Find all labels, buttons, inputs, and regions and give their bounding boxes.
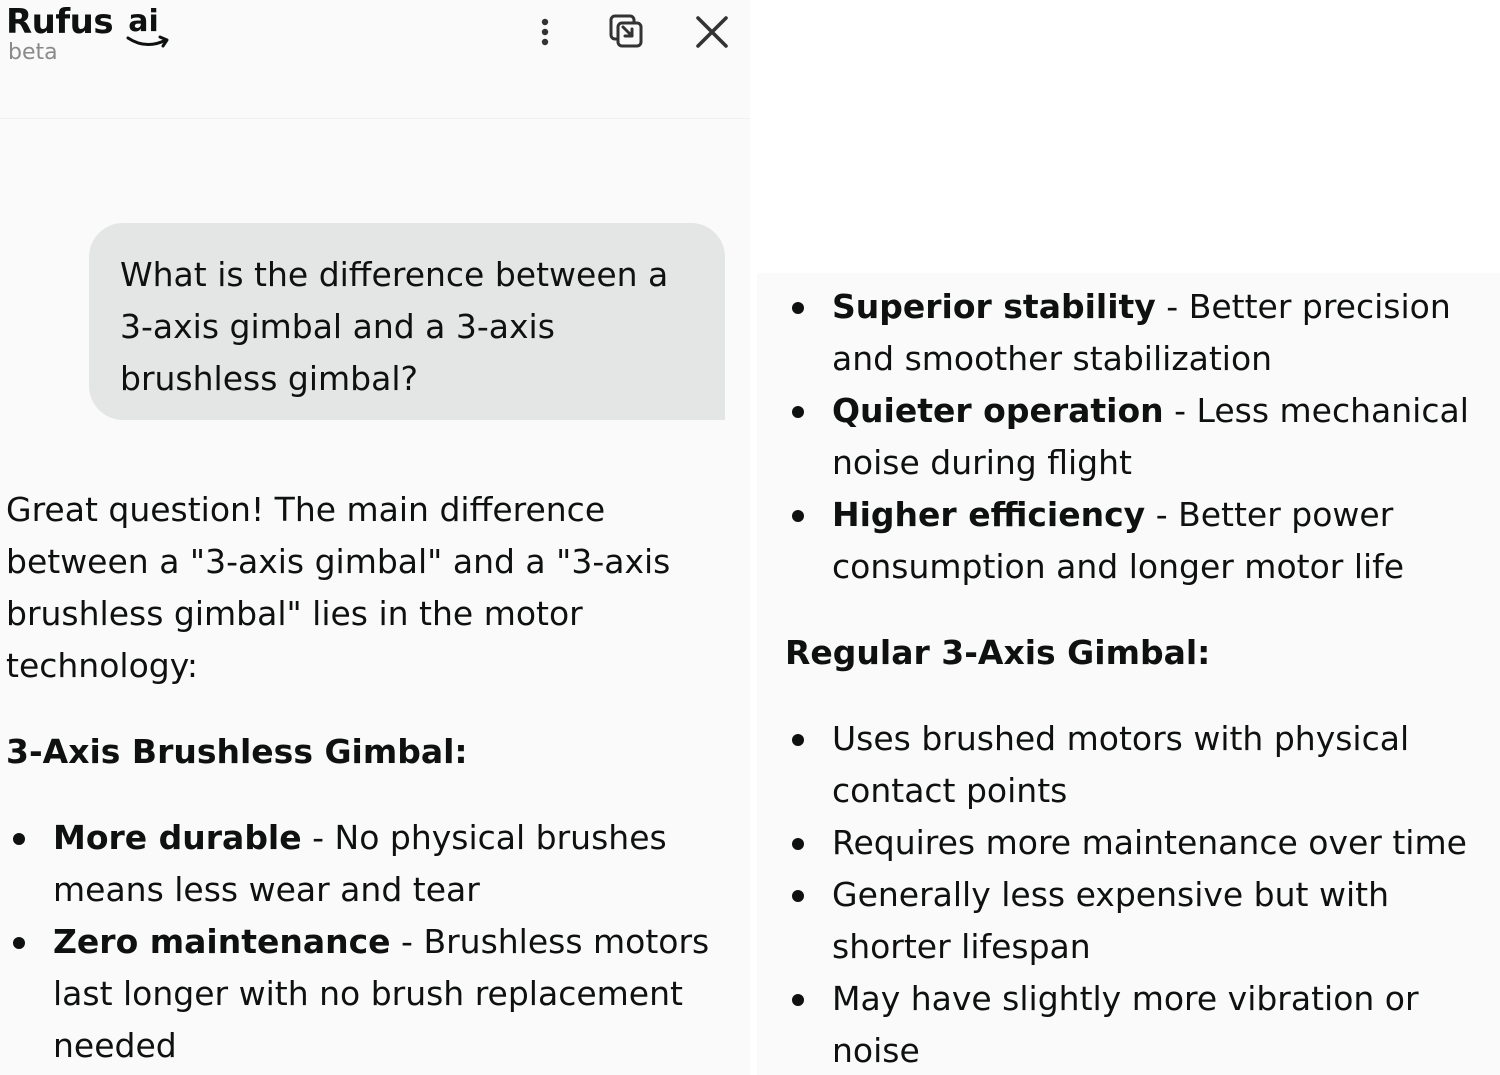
rufus-logo: Rufus ai beta xyxy=(6,0,169,65)
close-icon xyxy=(696,16,728,48)
regular-list: Uses brushed motors with physical contac… xyxy=(785,713,1497,1075)
popout-button[interactable] xyxy=(604,10,648,54)
close-button[interactable] xyxy=(690,10,734,54)
assistant-response: Great question! The main difference betw… xyxy=(6,484,726,1072)
bullet-title: Higher efficiency xyxy=(832,495,1146,534)
list-item: Quieter operation - Less mechanical nois… xyxy=(785,385,1497,489)
popout-icon xyxy=(609,14,643,48)
list-item: Higher efficiency - Better power consump… xyxy=(785,489,1497,593)
assistant-response-continued: Superior stability - Better precision an… xyxy=(785,281,1497,1075)
list-item: Uses brushed motors with physical contac… xyxy=(785,713,1497,817)
bullet-title: Superior stability xyxy=(832,287,1156,326)
list-item: Generally less expensive but with shorte… xyxy=(785,869,1497,973)
list-item: May have slightly more vibration or nois… xyxy=(785,973,1497,1075)
list-item: More durable - No physical brushes means… xyxy=(6,812,726,916)
more-options-icon xyxy=(541,18,549,46)
smile-arrow-icon xyxy=(126,35,169,48)
brand-name: Rufus xyxy=(6,2,114,42)
list-item: Superior stability - Better precision an… xyxy=(785,281,1497,385)
brushless-heading: 3-Axis Brushless Gimbal: xyxy=(6,732,468,771)
chat-header: Rufus ai beta xyxy=(0,0,750,119)
bullet-title: More durable xyxy=(53,818,302,857)
list-item: Requires more maintenance over time xyxy=(785,817,1497,869)
brand-ai-mark: ai xyxy=(126,0,169,48)
user-message-bubble: What is the difference between a 3-axis … xyxy=(89,223,725,420)
brushless-list: More durable - No physical brushes means… xyxy=(6,812,726,1072)
beta-label: beta xyxy=(8,40,58,65)
brushless-list-continued: Superior stability - Better precision an… xyxy=(785,281,1497,593)
response-intro: Great question! The main difference betw… xyxy=(6,490,671,685)
response-continuation-panel: Superior stability - Better precision an… xyxy=(757,273,1500,1075)
bullet-title: Zero maintenance xyxy=(53,922,391,961)
list-item: Zero maintenance - Brushless motors last… xyxy=(6,916,726,1072)
rufus-chat-panel: Rufus ai beta What is the difference bet… xyxy=(0,0,750,1075)
rufus-screenshot: Rufus ai beta What is the difference bet… xyxy=(0,0,1500,1075)
more-options-button[interactable] xyxy=(523,10,567,54)
regular-heading: Regular 3-Axis Gimbal: xyxy=(785,633,1211,672)
bullet-title: Quieter operation xyxy=(832,391,1164,430)
